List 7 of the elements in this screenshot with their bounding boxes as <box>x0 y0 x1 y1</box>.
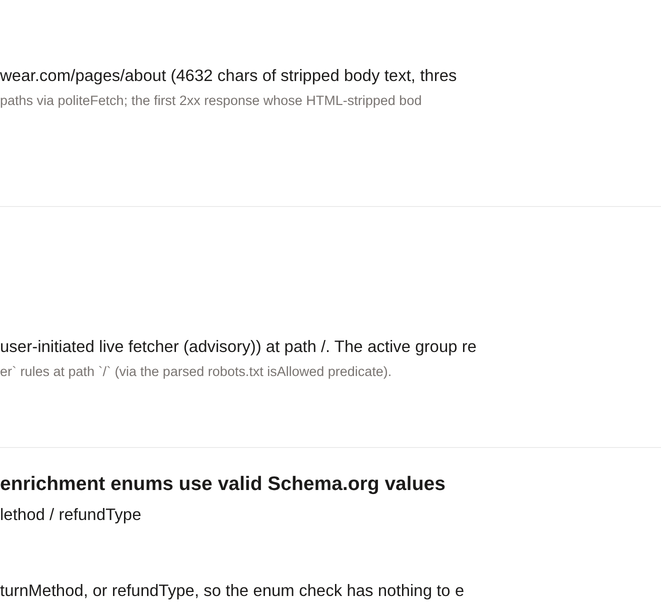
detail-text: paths via politeFetch; the first 2xx response whose HTML-stripped bod <box>0 92 422 110</box>
section-subtitle: lethod / refundType <box>0 505 142 526</box>
section-heading: enrichment enums use valid Schema.org values <box>0 472 446 497</box>
description-text: user-initiated live fetcher (advisory)) at path /. The active group re <box>0 336 477 358</box>
detail-text: er` rules at path `/` (via the parsed robots.txt isAllowed predicate). <box>0 363 392 381</box>
description-text: turnMethod, or refundType, so the enum check has nothing to e <box>0 580 464 602</box>
description-text: wear.com/pages/about (4632 chars of stripped body text, thres <box>0 66 457 87</box>
